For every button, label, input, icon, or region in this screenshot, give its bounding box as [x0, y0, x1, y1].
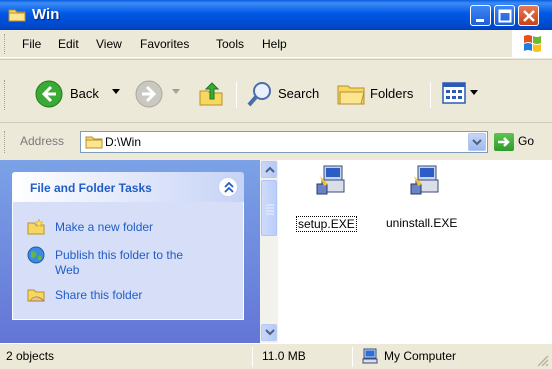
- folders-icon: [337, 85, 365, 105]
- setup-program-icon: [316, 165, 345, 195]
- search-magnifier-icon: [247, 82, 271, 107]
- chevron-down-icon: [265, 329, 275, 336]
- address-dropdown-button[interactable]: [468, 133, 486, 151]
- menu-tools[interactable]: Tools: [216, 37, 244, 51]
- folder-icon: [85, 136, 103, 149]
- resize-grip-icon[interactable]: [536, 354, 550, 368]
- folders-label: Folders: [370, 86, 414, 101]
- scroll-down-button[interactable]: [261, 324, 277, 341]
- chevron-up-icon: [265, 166, 275, 173]
- address-grip[interactable]: [4, 131, 7, 153]
- new-folder-icon: [27, 218, 45, 235]
- chevron-down-icon: [472, 139, 482, 146]
- setup-program-icon: [410, 165, 439, 195]
- windows-flag-icon: [524, 35, 541, 52]
- file-name: setup.EXE: [296, 216, 357, 232]
- back-button[interactable]: Back: [16, 76, 128, 110]
- scroll-up-button[interactable]: [261, 161, 277, 178]
- collapse-button[interactable]: [218, 177, 238, 197]
- status-size: 11.0 MB: [262, 349, 306, 363]
- go-arrow-icon: [498, 137, 510, 147]
- go-label[interactable]: Go: [518, 134, 534, 148]
- my-computer-icon: [362, 348, 378, 364]
- status-bar: 2 objects 11.0 MB My Computer: [0, 343, 552, 369]
- menu-help[interactable]: Help: [262, 37, 287, 51]
- views-grid-icon: [442, 82, 466, 104]
- folder-icon: [8, 9, 26, 22]
- address-bar: Address D:\Win Go: [0, 122, 552, 160]
- standard-toolbar: Back Search Folders: [0, 59, 552, 121]
- file-name: uninstall.EXE: [386, 216, 458, 230]
- dropdown-arrow-icon: [172, 89, 180, 94]
- title-bar[interactable]: Win: [0, 0, 552, 30]
- menu-view[interactable]: View: [96, 37, 122, 51]
- share-folder-icon: [27, 289, 45, 302]
- address-value: D:\Win: [105, 135, 141, 149]
- status-object-count: 2 objects: [6, 349, 55, 363]
- grip-lines-icon: [266, 204, 274, 215]
- up-folder-icon: [199, 82, 223, 106]
- menu-file[interactable]: File: [22, 37, 41, 51]
- task-label: Make a new folder: [55, 220, 154, 234]
- task-box-header[interactable]: File and Folder Tasks: [12, 172, 244, 202]
- chevron-up-icon: [224, 181, 234, 193]
- status-location: My Computer: [384, 349, 457, 363]
- task-label: Publish this folder to the Web: [55, 248, 184, 277]
- dropdown-arrow-icon: [112, 89, 120, 94]
- status-separator: [352, 347, 353, 367]
- menu-favorites[interactable]: Favorites: [140, 37, 189, 51]
- dropdown-arrow-icon: [470, 90, 478, 95]
- menu-grip[interactable]: [4, 34, 7, 54]
- folders-button[interactable]: Folders: [332, 76, 424, 110]
- scroll-thumb[interactable]: [261, 180, 277, 236]
- forward-arrow-icon: [135, 80, 163, 108]
- search-button[interactable]: Search: [242, 76, 326, 110]
- explorer-window: Win File Edit View Favorites Tools Help: [0, 0, 552, 369]
- toolbar-separator: [236, 82, 237, 108]
- status-separator: [252, 347, 253, 367]
- close-button[interactable]: [518, 5, 539, 26]
- globe-icon: [27, 246, 45, 264]
- address-label: Address: [20, 134, 65, 148]
- maximize-icon: [498, 9, 512, 23]
- task-box-body: Make a new folder Publish this folder to…: [12, 202, 244, 320]
- task-box-title: File and Folder Tasks: [30, 181, 152, 195]
- windows-logo: [512, 30, 552, 58]
- search-label: Search: [278, 86, 320, 101]
- task-label: Share this folder: [55, 288, 143, 302]
- back-arrow-icon: [35, 80, 63, 108]
- vertical-scrollbar[interactable]: [260, 160, 278, 343]
- minimize-icon: [476, 19, 484, 22]
- go-button[interactable]: [494, 133, 514, 151]
- toolbar-separator: [430, 82, 431, 108]
- address-input[interactable]: D:\Win: [80, 131, 488, 153]
- up-button[interactable]: [192, 76, 228, 110]
- close-icon: [523, 10, 535, 22]
- menu-edit[interactable]: Edit: [58, 37, 79, 51]
- content-area: File and Folder Tasks Make a new folder: [0, 160, 552, 343]
- task-pane: File and Folder Tasks Make a new folder: [0, 160, 260, 343]
- menu-bar: File Edit View Favorites Tools Help: [0, 30, 552, 58]
- views-button[interactable]: [438, 76, 484, 110]
- window-title: Win: [32, 6, 60, 23]
- back-label: Back: [70, 86, 99, 101]
- toolbar-grip[interactable]: [4, 80, 7, 110]
- forward-button[interactable]: [128, 76, 184, 110]
- minimize-button[interactable]: [470, 5, 491, 26]
- maximize-button[interactable]: [494, 5, 515, 26]
